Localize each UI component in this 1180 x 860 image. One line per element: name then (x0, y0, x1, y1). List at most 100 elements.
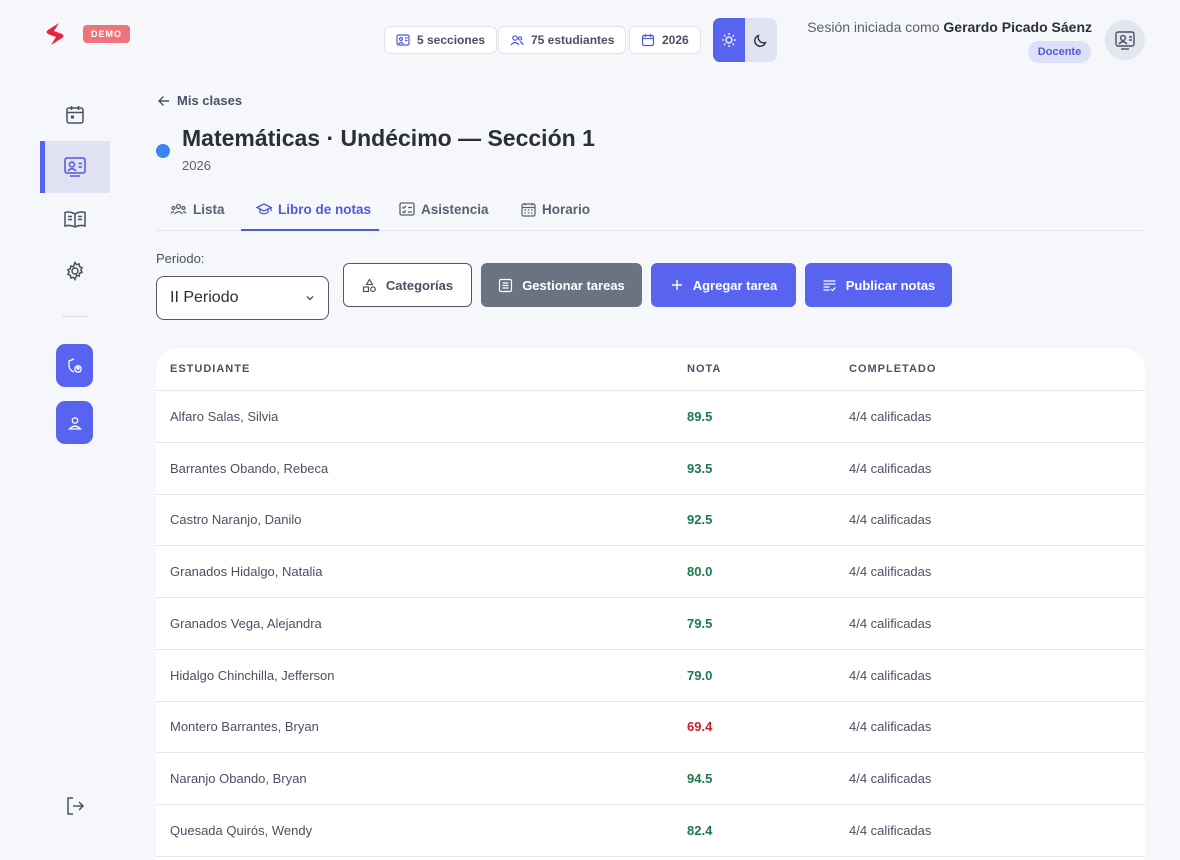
light-theme-button[interactable] (713, 18, 745, 62)
table-row[interactable]: Barrantes Obando, Rebeca 93.5 4/4 califica… (156, 443, 1145, 495)
page-title: Matemáticas · Undécimo — Sección 1 (182, 125, 595, 151)
student-name-cell: Castro Naranjo, Danilo (170, 512, 302, 528)
student-name-cell: Naranjo Obando, Bryan (170, 770, 307, 786)
student-name-cell: Alfaro Salas, Silvia (170, 409, 279, 424)
page-year: 2026 (182, 158, 211, 173)
completed-cell: 4/4 calificadas (849, 512, 932, 528)
tab-libro-de-notas-label: Libro de notas (278, 202, 372, 217)
grade-cell: 89.5 (687, 409, 713, 424)
table-row[interactable]: Naranjo Obando, Bryan 94.5 4/4 calificadas (156, 753, 1145, 805)
back-link-label: Mis clases (177, 93, 243, 108)
grade-cell: 92.5 (687, 512, 713, 528)
column-header-student[interactable]: ESTUDIANTE (170, 363, 250, 375)
plus-icon (670, 278, 684, 292)
completed-cell: 4/4 calificadas (849, 615, 932, 631)
tab-asistencia[interactable]: Asistencia (399, 196, 499, 231)
list-icon (498, 278, 513, 293)
calendar-icon (641, 33, 655, 47)
sidebar-admin-button[interactable] (56, 344, 93, 387)
grade-cell: 80.0 (687, 564, 713, 580)
demo-badge: DEMO (83, 25, 130, 43)
completed-cell: 4/4 calificadas (849, 667, 932, 683)
table-row[interactable]: Quesada Quirós, Wendy 82.4 4/4 calificadas (156, 805, 1145, 857)
tab-lista-label: Lista (193, 202, 225, 217)
table-row[interactable]: Montero Barrantes, Bryan 69.4 4/4 califica… (156, 701, 1145, 754)
checklist-icon (399, 202, 415, 216)
manage-tasks-button-label: Gestionar tareas (522, 277, 625, 293)
student-name-cell: Hidalgo Chinchilla, Jefferson (170, 667, 335, 683)
students-count-label: 75 estudiantes (531, 33, 615, 47)
gradebook-table: ESTUDIANTE NOTA COMPLETADO Alfaro Salas,… (156, 348, 1145, 860)
tab-asistencia-label: Asistencia (421, 202, 489, 217)
student-name-cell: Montero Barrantes, Bryan (170, 719, 319, 735)
gear-icon (64, 260, 86, 282)
manage-tasks-button[interactable]: Gestionar tareas (481, 263, 642, 307)
sections-icon (396, 33, 410, 47)
shield-user-icon (66, 357, 84, 375)
year-pill: 2026 (629, 26, 701, 54)
sidebar-item-calendar[interactable] (40, 89, 110, 141)
moon-icon (753, 32, 769, 48)
back-to-classes-link[interactable]: Mis clases (157, 93, 242, 108)
table-row[interactable]: Alfaro Salas, Silvia 89.5 4/4 calificadas (156, 391, 1145, 443)
sidebar-divider (62, 316, 88, 317)
students-count-pill: 75 estudiantes (498, 26, 627, 54)
shapes-icon (362, 277, 377, 293)
sidebar-item-courses[interactable] (40, 193, 110, 245)
app-logo[interactable] (44, 21, 66, 47)
completed-cell: 4/4 calificadas (849, 822, 932, 838)
tab-libro-de-notas[interactable]: Libro de notas (241, 196, 379, 231)
completed-cell: 4/4 calificadas (849, 564, 932, 580)
grade-cell: 94.5 (687, 770, 713, 786)
logout-icon (64, 795, 86, 817)
sidebar-profile-button[interactable] (56, 401, 93, 444)
sun-icon (721, 32, 737, 48)
publish-list-icon (822, 278, 837, 293)
group-icon (170, 202, 187, 216)
calendar-grid-icon (521, 202, 536, 217)
calendar-icon (64, 104, 86, 126)
students-icon (510, 33, 524, 47)
publish-grades-button-label: Publicar notas (845, 277, 936, 293)
completed-cell: 4/4 calificadas (849, 770, 932, 786)
completed-cell: 4/4 calificadas (849, 719, 932, 735)
column-header-completed[interactable]: COMPLETADO (849, 363, 936, 375)
sections-count-pill: 5 secciones (384, 26, 498, 54)
student-name-cell: Granados Hidalgo, Natalia (170, 564, 323, 580)
tab-horario[interactable]: Horario (521, 196, 601, 231)
publish-grades-button[interactable]: Publicar notas (805, 263, 952, 307)
class-color-dot (156, 144, 170, 158)
period-select[interactable]: II Periodo (156, 276, 329, 320)
table-row[interactable]: Hidalgo Chinchilla, Jefferson 79.0 4/4 cal… (156, 650, 1145, 702)
period-label: Periodo: (156, 251, 205, 266)
sections-count-label: 5 secciones (417, 33, 486, 47)
sidebar-item-classes[interactable] (40, 141, 110, 193)
student-name-cell: Granados Vega, Alejandra (170, 615, 322, 631)
add-task-button[interactable]: Agregar tarea (651, 263, 796, 307)
dark-theme-button[interactable] (745, 18, 777, 62)
user-avatar[interactable] (1105, 20, 1145, 60)
classroom-icon (63, 156, 87, 178)
table-row[interactable]: Castro Naranjo, Danilo 92.5 4/4 calificada… (156, 494, 1145, 547)
tab-lista[interactable]: Lista (158, 196, 228, 231)
chevron-down-icon (305, 293, 315, 303)
grade-cell: 82.4 (687, 822, 713, 838)
logout-button[interactable] (40, 780, 110, 832)
user-profile-icon (1114, 29, 1136, 51)
tab-horario-label: Horario (542, 202, 591, 217)
categories-button-label: Categorías (385, 277, 454, 293)
categories-button[interactable]: Categorías (343, 263, 472, 307)
year-label: 2026 (662, 33, 689, 47)
column-header-grade[interactable]: NOTA (687, 363, 721, 375)
user-icon (67, 415, 83, 431)
table-row[interactable]: Granados Hidalgo, Natalia 80.0 4/4 calific… (156, 546, 1145, 599)
sidebar-item-settings[interactable] (40, 245, 110, 297)
theme-toggle[interactable] (713, 18, 777, 62)
session-info: Sesión iniciada como Gerardo Picado Sáen… (807, 19, 1092, 35)
arrow-left-icon (157, 94, 171, 108)
add-task-button-label: Agregar tarea (692, 277, 778, 293)
session-user-name: Gerardo Picado Sáenz (943, 19, 1092, 35)
table-row[interactable]: Granados Vega, Alejandra 79.5 4/4 califica… (156, 598, 1145, 650)
session-prefix: Sesión iniciada como (807, 19, 940, 35)
grade-cell: 79.5 (687, 615, 713, 631)
